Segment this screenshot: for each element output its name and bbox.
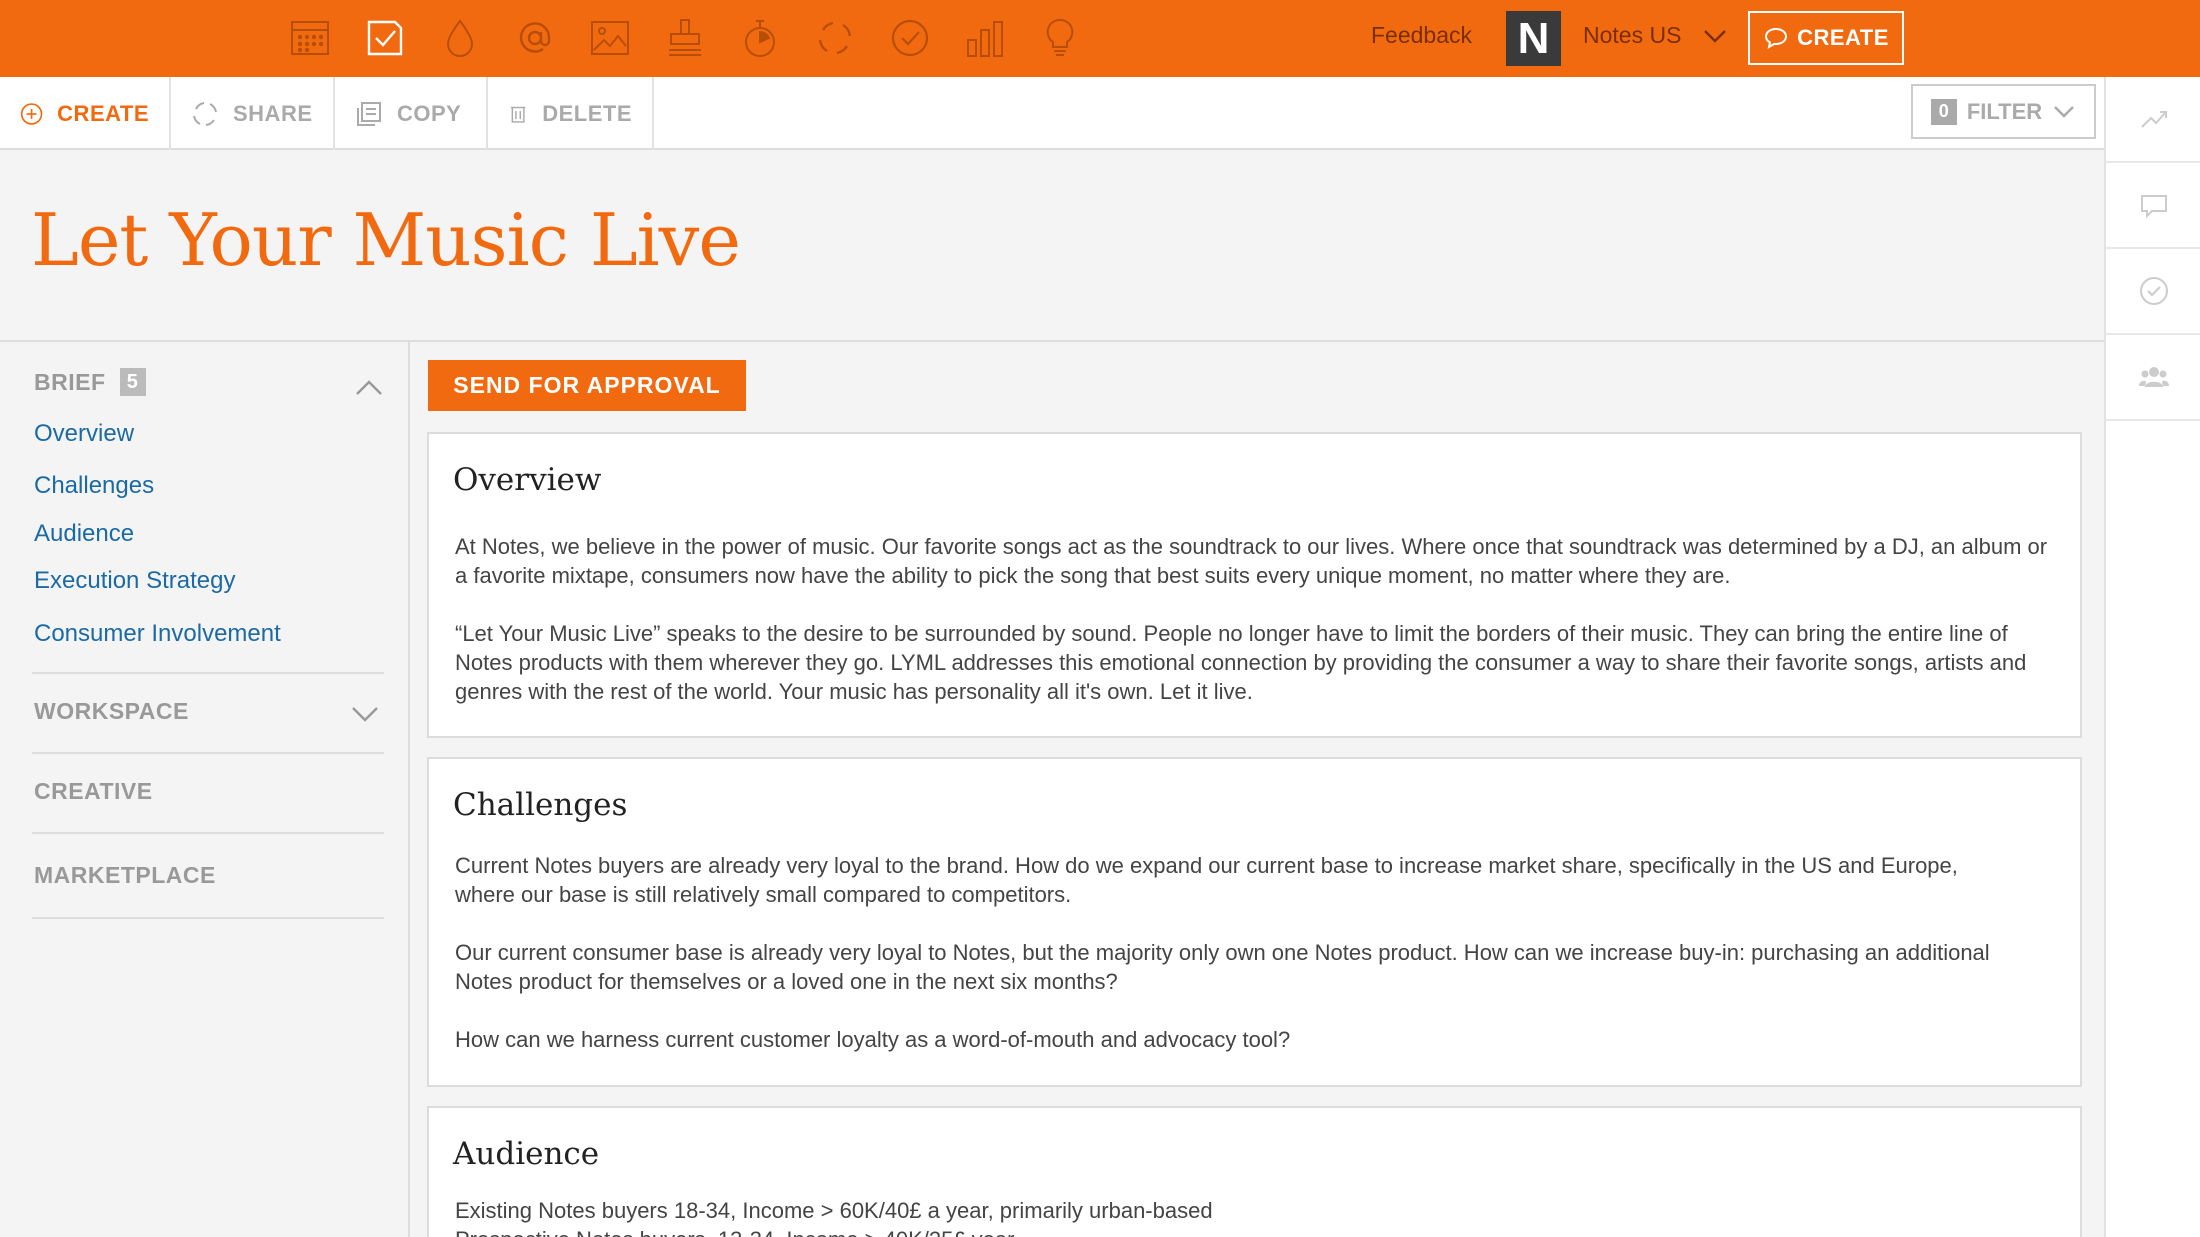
send-for-approval-button[interactable]: SEND FOR APPROVAL xyxy=(428,360,746,411)
delete-button[interactable]: DELETE xyxy=(488,77,654,150)
section-paragraph: Our current consumer base is already ver… xyxy=(455,940,1990,994)
sidebar-item-consumer-involvement[interactable]: Consumer Involvement xyxy=(34,620,281,648)
create-label: CREATE xyxy=(57,100,149,126)
section-paragraph: “Let Your Music Live” speaks to the desi… xyxy=(455,621,2027,704)
plus-circle-icon xyxy=(20,102,43,125)
trash-icon xyxy=(510,106,526,123)
comment-icon xyxy=(2141,195,2167,219)
section-heading: Challenges xyxy=(453,787,628,823)
copy-label: COPY xyxy=(397,100,462,126)
section-paragraph: How can we harness current customer loya… xyxy=(455,1027,1291,1052)
sidebar-item-execution-strategy[interactable]: Execution Strategy xyxy=(34,567,235,595)
section-paragraph: Current Notes buyers are already very lo… xyxy=(455,853,1958,907)
sidebar-divider xyxy=(32,832,384,834)
rail-approval-button[interactable] xyxy=(2106,249,2200,335)
share-button[interactable]: SHARE xyxy=(171,77,335,150)
sidebar-item-audience[interactable]: Audience xyxy=(34,520,134,548)
bar-chart-icon[interactable] xyxy=(959,12,1011,64)
sidebar-divider xyxy=(32,672,384,674)
trend-icon xyxy=(2141,111,2167,128)
section-paragraph: At Notes, we believe in the power of mus… xyxy=(455,534,2048,588)
comment-icon xyxy=(1765,27,1788,50)
section-card-audience: Audience Existing Notes buyers 18-34, In… xyxy=(427,1106,2082,1237)
sidebar-divider xyxy=(32,752,384,754)
section-heading: Overview xyxy=(453,462,602,498)
stopwatch-icon[interactable] xyxy=(734,12,786,64)
check-circle-icon xyxy=(2140,277,2168,305)
brief-count-badge: 5 xyxy=(119,368,146,396)
cycle-icon xyxy=(193,101,217,126)
sidebar-section-workspace[interactable]: WORKSPACE xyxy=(34,698,189,725)
brief-label: BRIEF xyxy=(34,369,106,395)
sidebar-section-brief[interactable]: BRIEF 5 xyxy=(34,368,146,396)
check-circle-icon[interactable] xyxy=(884,12,936,64)
feedback-link[interactable]: Feedback xyxy=(1371,22,1472,49)
top-bar: Feedback N Notes US CREATE xyxy=(0,0,2200,77)
filter-label: FILTER xyxy=(1966,98,2043,124)
calendar-icon[interactable] xyxy=(284,12,336,64)
action-toolbar: CREATE SHARE COPY DELETE 0 FILTER xyxy=(0,77,2104,150)
filter-count-badge: 0 xyxy=(1930,98,1957,125)
chevron-down-icon[interactable] xyxy=(1702,26,1728,51)
account-name[interactable]: Notes US xyxy=(1583,22,1681,49)
image-icon[interactable] xyxy=(584,12,636,64)
brand-logo: N xyxy=(1506,11,1561,66)
people-icon xyxy=(2139,367,2169,387)
delete-label: DELETE xyxy=(542,100,632,126)
section-card-challenges: Challenges Current Notes buyers are alre… xyxy=(427,757,2082,1087)
share-label: SHARE xyxy=(233,100,313,126)
rail-trend-button[interactable] xyxy=(2106,77,2200,163)
stamp-icon[interactable] xyxy=(659,12,711,64)
lightbulb-icon[interactable] xyxy=(1034,12,1086,64)
top-create-button[interactable]: CREATE xyxy=(1748,11,1904,65)
sidebar-item-challenges[interactable]: Challenges xyxy=(34,472,154,500)
section-card-overview: Overview At Notes, we believe in the pow… xyxy=(427,432,2082,738)
drop-icon[interactable] xyxy=(434,12,486,64)
chevron-down-icon[interactable] xyxy=(350,704,380,729)
task-check-icon[interactable] xyxy=(359,12,411,64)
sidebar: BRIEF 5 Overview Challenges Audience Exec… xyxy=(0,342,410,1237)
chevron-up-icon[interactable] xyxy=(354,378,384,403)
copy-icon xyxy=(357,101,381,126)
create-button[interactable]: CREATE xyxy=(0,77,171,150)
page-title: Let Your Music Live xyxy=(31,198,741,282)
section-paragraph: Existing Notes buyers 18-34, Income > 60… xyxy=(455,1198,1213,1223)
chevron-down-icon xyxy=(2054,105,2075,118)
cycle-icon[interactable] xyxy=(809,12,861,64)
title-area: Let Your Music Live xyxy=(0,150,2104,342)
section-heading: Audience xyxy=(453,1136,600,1172)
sidebar-section-creative[interactable]: CREATIVE xyxy=(34,778,153,805)
at-mention-icon[interactable] xyxy=(509,12,561,64)
filter-button[interactable]: 0 FILTER xyxy=(1911,84,2096,139)
section-paragraph: Prospective Notes buyers, 13-34, Income … xyxy=(455,1225,2055,1237)
sidebar-item-overview[interactable]: Overview xyxy=(34,420,134,448)
rail-comment-button[interactable] xyxy=(2106,163,2200,249)
copy-button[interactable]: COPY xyxy=(335,77,488,150)
right-rail xyxy=(2104,77,2200,1237)
sidebar-section-marketplace[interactable]: MARKETPLACE xyxy=(34,862,216,889)
sidebar-divider xyxy=(32,917,384,919)
rail-team-button[interactable] xyxy=(2106,335,2200,421)
top-create-label: CREATE xyxy=(1797,25,1889,50)
